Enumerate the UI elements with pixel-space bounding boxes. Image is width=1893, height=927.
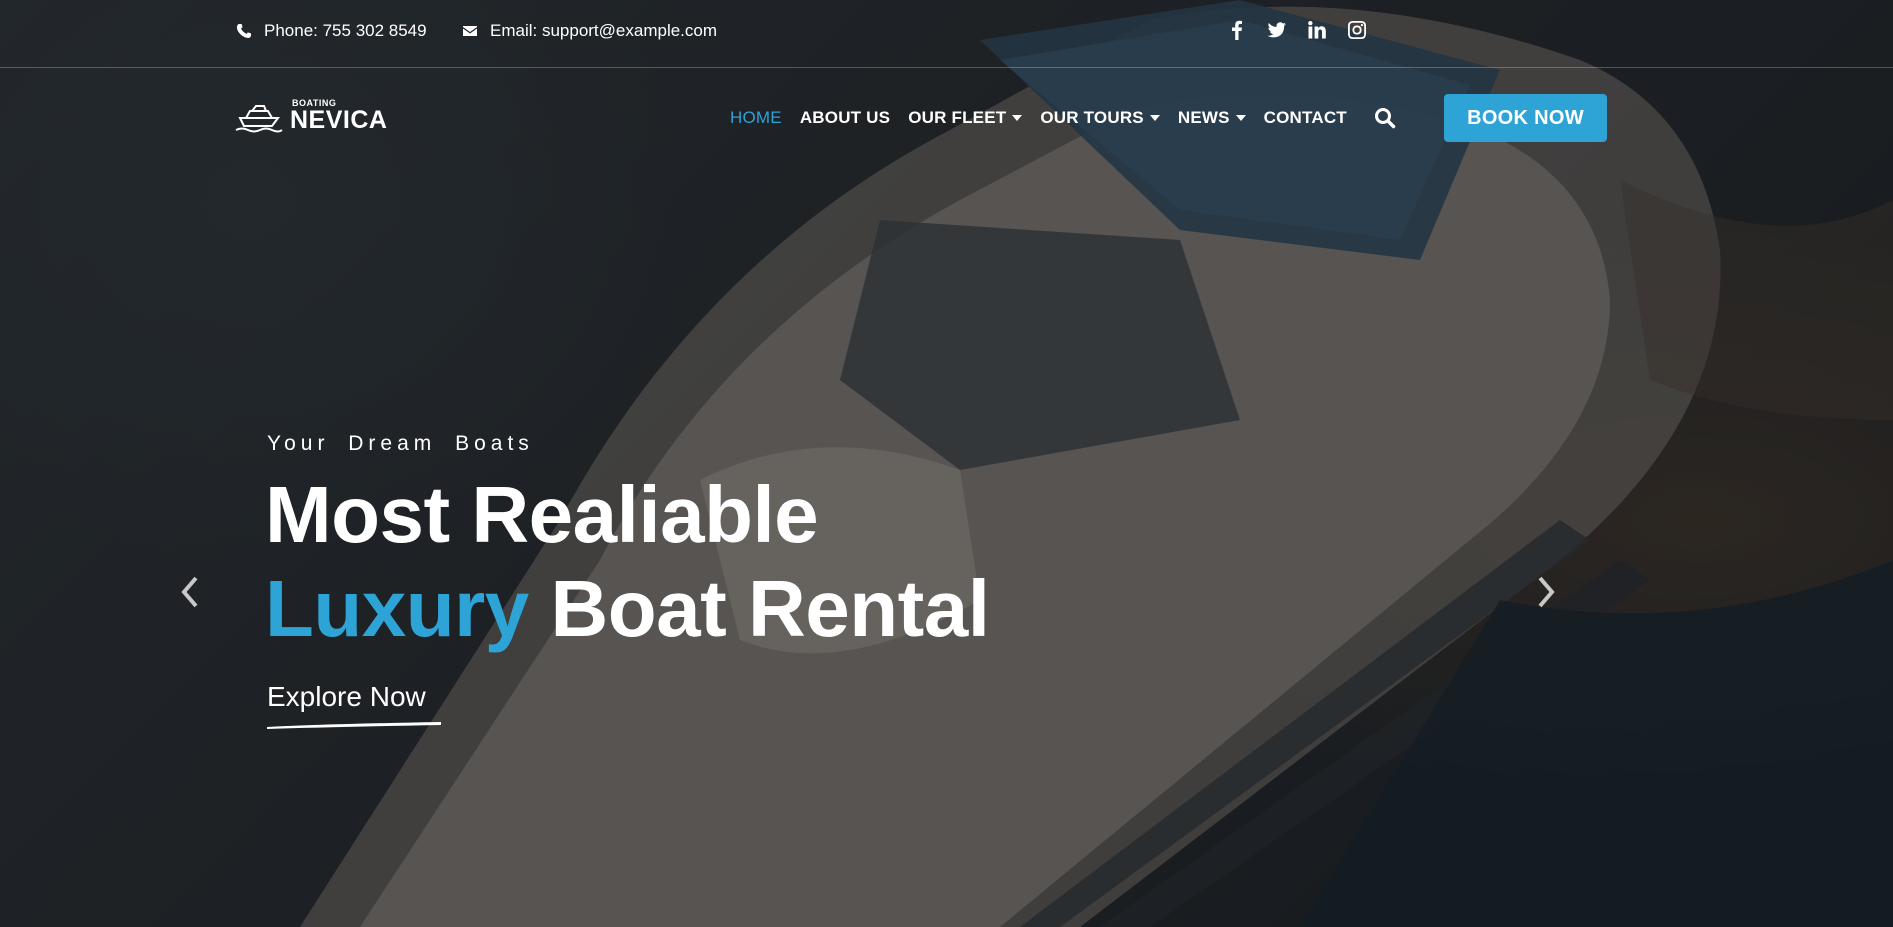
nav-label: CONTACT — [1263, 108, 1347, 127]
email-text: Email: support@example.com — [490, 21, 718, 40]
caret-down-icon — [1012, 115, 1023, 121]
headline-accent: Luxury — [265, 564, 529, 653]
linkedin-icon[interactable] — [1306, 18, 1328, 42]
slider-prev-button[interactable] — [176, 570, 206, 614]
link-underline — [267, 722, 441, 729]
boat-logo-icon — [235, 105, 283, 133]
nav-label: OUR TOURS — [1040, 108, 1144, 127]
caret-down-icon — [1149, 115, 1160, 121]
twitter-icon[interactable] — [1266, 18, 1288, 42]
instagram-icon[interactable] — [1346, 18, 1368, 42]
envelope-icon — [463, 26, 477, 36]
chevron-right-icon — [1538, 576, 1555, 608]
nav-item-our-tours[interactable]: OUR TOURS — [1040, 108, 1160, 128]
phone-contact[interactable]: Phone: 755 302 8549 — [236, 20, 427, 42]
nav-item-contact[interactable]: CONTACT — [1264, 108, 1347, 128]
site-logo[interactable]: BOATING NEVICA — [234, 96, 387, 136]
chevron-left-icon — [181, 576, 198, 608]
book-now-button[interactable]: BOOK NOW — [1444, 94, 1607, 142]
facebook-icon[interactable] — [1226, 18, 1248, 42]
top-bar: Phone: 755 302 8549 Email: support@examp… — [0, 0, 1893, 68]
nav-item-our-fleet[interactable]: OUR FLEET — [908, 108, 1023, 128]
logo-wordmark: NEVICA — [290, 106, 388, 134]
phone-text: Phone: 755 302 8549 — [264, 21, 427, 40]
headline-rest: Boat Rental — [528, 564, 990, 653]
caret-down-icon — [1235, 115, 1246, 121]
nav-item-home[interactable]: HOME — [730, 108, 782, 128]
nav-label: OUR FLEET — [908, 108, 1007, 127]
search-icon — [1375, 108, 1396, 129]
main-nav: HOME ABOUT US OUR FLEET OUR TOURS NEWS C… — [730, 108, 1347, 128]
nav-label: ABOUT US — [799, 108, 891, 127]
headline-line-1: Most Realiable — [265, 470, 819, 559]
search-button[interactable] — [1374, 107, 1396, 129]
social-links — [1226, 18, 1368, 42]
hero-eyebrow: Your Dream Boats — [267, 432, 534, 455]
explore-now-link[interactable]: Explore Now — [267, 681, 426, 713]
nav-item-about-us[interactable]: ABOUT US — [800, 108, 890, 128]
phone-icon — [236, 24, 251, 38]
nav-label: NEWS — [1177, 108, 1230, 127]
email-contact[interactable]: Email: support@example.com — [462, 20, 717, 42]
hero-headline: Most Realiable Luxury Boat Rental — [265, 468, 990, 656]
nav-label: HOME — [730, 108, 782, 127]
nav-item-news[interactable]: NEWS — [1178, 108, 1246, 128]
hero-overlay — [0, 0, 1893, 927]
headline-line-2: Luxury Boat Rental — [265, 562, 990, 656]
slider-next-button[interactable] — [1530, 570, 1560, 614]
